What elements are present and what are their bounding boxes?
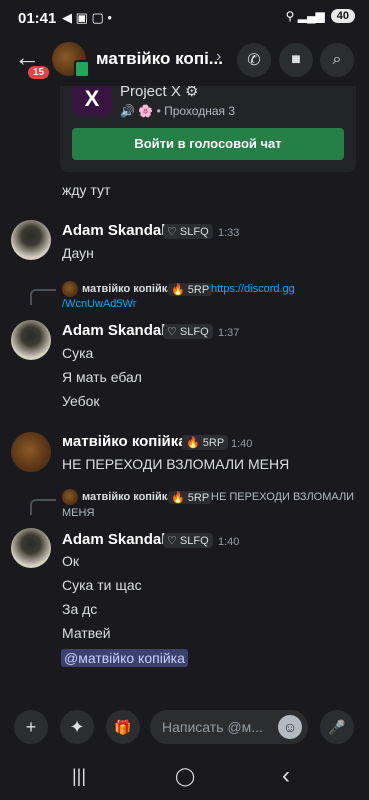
join-voice-button[interactable]: Войти в голосовой чат — [72, 128, 344, 160]
reply-connector — [30, 289, 56, 305]
apps-icon: ✦ — [69, 716, 85, 737]
message-author[interactable]: матвійко копійка — [62, 433, 187, 450]
avatar[interactable] — [11, 528, 51, 568]
battery-indicator: 40 — [330, 9, 355, 23]
reply-link[interactable]: /WcnUwAd5Wr — [62, 298, 136, 310]
avatar[interactable] — [11, 432, 51, 472]
notification-icons: ◀ ▣ ▢ • — [62, 10, 112, 25]
phone-icon: ✆ — [247, 52, 261, 69]
chevron-right-icon[interactable]: › — [216, 48, 221, 66]
speaker-icon: 🔊 🌸 — [120, 104, 154, 118]
call-button[interactable]: ✆ — [237, 43, 271, 77]
voice-channel-info: 🔊 🌸 • Проходная 3 — [120, 104, 236, 118]
message-text: Даун — [62, 245, 94, 261]
server-name: Project X ⚙ — [120, 86, 198, 100]
avatar — [62, 489, 78, 505]
reply-text[interactable]: НЕ ПЕРЕХОДИ ВЗЛОМАЛИ — [211, 491, 354, 503]
clan-tag[interactable]: ♡ SLFQ — [163, 324, 213, 339]
emoji-icon[interactable]: ☺ — [278, 715, 302, 739]
gift-icon: 🎁 — [114, 718, 132, 735]
attach-button[interactable]: + — [14, 710, 48, 744]
page-title[interactable]: матвійко копі... — [96, 49, 223, 69]
message-text: Сука ти щас — [62, 577, 142, 593]
avatar — [62, 281, 78, 297]
message-timestamp: 1:40 — [231, 438, 253, 450]
avatar[interactable] — [11, 320, 51, 360]
clan-tag[interactable]: ♡ SLFQ — [163, 224, 213, 239]
apps-button[interactable]: ✦ — [60, 710, 94, 744]
back-icon[interactable]: ‹ — [282, 762, 290, 790]
message-author[interactable]: Adam Skandal — [62, 222, 165, 239]
reply-connector — [30, 499, 56, 515]
reply-author[interactable]: матвійко копійка — [82, 283, 173, 295]
clan-tag[interactable]: 🔥 5RP — [182, 435, 229, 450]
message-timestamp: 1:33 — [218, 227, 240, 239]
reply-link[interactable]: https://discord.gg — [211, 283, 295, 295]
message-text: За дс — [62, 601, 98, 617]
reply-text[interactable]: МЕНЯ — [62, 507, 94, 519]
avatar[interactable] — [11, 220, 51, 260]
search-icon: ⌕ — [332, 51, 342, 68]
message-text: НЕ ПЕРЕХОДИ ВЗЛОМАЛИ МЕНЯ — [62, 456, 290, 472]
message-input[interactable]: Написать @м... ☺ — [150, 710, 308, 744]
gift-button[interactable]: 🎁 — [106, 710, 140, 744]
message-placeholder: Написать @м... — [162, 719, 263, 735]
server-emoji: ⚙ — [185, 86, 199, 100]
message-text: Сука — [62, 345, 94, 361]
clan-tag: 🔥 5RP — [168, 283, 213, 296]
mobile-status-icon — [74, 60, 90, 78]
user-mention[interactable]: @матвійко копійка — [61, 649, 188, 667]
plus-icon: + — [25, 716, 37, 737]
signal-icon: ⚲ ▂▄▆ — [285, 9, 325, 23]
clan-tag[interactable]: ♡ SLFQ — [163, 533, 213, 548]
message-text: жду тут — [62, 182, 111, 198]
home-icon[interactable]: ◯ — [175, 766, 195, 787]
server-icon: X — [72, 86, 112, 116]
message-timestamp: 1:37 — [218, 327, 240, 339]
system-nav-bar: ||| ◯ ‹ — [0, 756, 369, 800]
message-author[interactable]: Adam Skandal — [62, 531, 165, 548]
message-text: Ок — [62, 553, 80, 569]
clock: 01:41 — [18, 10, 57, 27]
voice-invite-card: X Project X ⚙ 🔊 🌸 • Проходная 3 Войти в … — [60, 86, 356, 172]
message-list[interactable]: X Project X ⚙ 🔊 🌸 • Проходная 3 Войти в … — [0, 86, 369, 700]
message-timestamp: 1:40 — [218, 536, 240, 548]
recents-icon[interactable]: ||| — [72, 766, 86, 787]
message-text: Уебок — [62, 393, 100, 409]
chat-header: ← 15 матвійко копі... › ✆ ■ ⌕ — [0, 36, 369, 86]
search-button[interactable]: ⌕ — [320, 43, 354, 77]
message-text: Матвей — [62, 625, 111, 641]
microphone-icon: 🎤 — [328, 718, 346, 735]
video-call-button[interactable]: ■ — [279, 43, 313, 77]
message-text: Я мать ебал — [62, 369, 142, 385]
reply-author[interactable]: матвійко копійка — [82, 491, 173, 503]
status-bar: 01:41 ◀ ▣ ▢ • ⚲ ▂▄▆ 40 — [0, 0, 369, 36]
clan-tag: 🔥 5RP — [168, 491, 213, 504]
unread-badge: 15 — [26, 64, 52, 81]
message-author[interactable]: Adam Skandal — [62, 322, 165, 339]
message-composer: + ✦ 🎁 Написать @м... ☺ 🎤 — [0, 700, 369, 756]
camera-icon: ■ — [291, 51, 301, 68]
voice-message-button[interactable]: 🎤 — [320, 710, 354, 744]
